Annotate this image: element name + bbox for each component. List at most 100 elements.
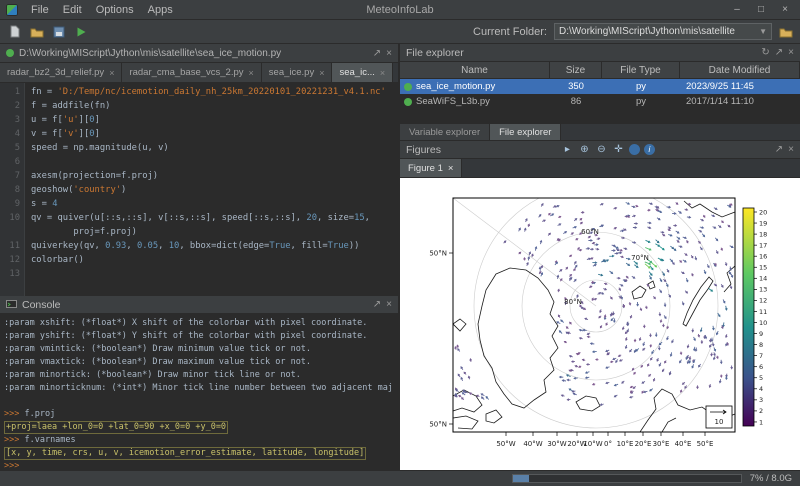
code-line: f = addfile(fn) [31,99,398,113]
quiver-arrow [721,248,723,251]
explorer-tab-file-explorer[interactable]: File explorer [490,124,561,140]
explorer-tab-variable-explorer[interactable]: Variable explorer [400,124,490,140]
column-header-file-type[interactable]: File Type [602,62,680,78]
x-axis-ticks: 50°W40°W30°W20°W10°W0°10°E20°E30°E40°E50… [496,432,713,448]
column-header-size[interactable]: Size [550,62,602,78]
open-folder-icon[interactable] [28,23,45,40]
zoom-in-icon[interactable]: ⊕ [578,143,591,156]
quiver-arrow [597,238,600,240]
close-console-icon[interactable]: × [386,299,392,310]
editor-tab[interactable]: radar_bz2_3d_relief.py × [0,63,122,82]
editor-tab[interactable]: sea_ic...× [332,63,393,82]
quiver-arrow [685,386,687,389]
column-header-date-modified[interactable]: Date Modified [680,62,800,78]
quiver-arrow [713,227,716,229]
quiver-arrow [461,367,463,370]
quiver-arrow [595,248,598,250]
save-icon[interactable] [50,23,67,40]
file-row[interactable]: sea_ice_motion.py350py2023/9/25 11:45 [400,79,800,94]
editor-tab-label: radar_cma_base_vcs_2.py [129,67,243,78]
line-number: 10 [0,211,20,225]
figure-toolbar: ▸ ⊕ ⊖ ✛ i [561,143,655,156]
file-explorer-header: File explorer ↻ ↗ × [400,44,800,62]
window-controls: – □ × [726,2,796,18]
figures-title: Figures [406,144,441,156]
editor-tab[interactable]: radar_cma_base_vcs_2.py × [122,63,261,82]
quiver-arrow [458,374,460,377]
identify-icon[interactable]: i [644,144,655,155]
close-editor-icon[interactable]: × [386,48,392,59]
quiver-arrow [711,215,714,217]
quiver-arrow [619,355,622,357]
quiver-arrow [660,278,662,281]
pan-icon[interactable]: ✛ [612,143,625,156]
quiver-arrow [645,306,647,309]
full-extent-icon[interactable] [629,144,640,155]
select-arrow-icon[interactable]: ▸ [561,143,574,156]
console-output[interactable]: :param xshift: (*float*) X shift of the … [0,314,398,470]
quiver-arrow [699,230,702,232]
minimize-button[interactable]: – [726,2,748,18]
file-row[interactable]: SeaWiFS_L3b.py86py2017/1/14 11:10 [400,94,800,109]
tab-close-icon[interactable]: × [109,68,114,78]
menu-options[interactable]: Options [89,2,141,18]
refresh-icon[interactable]: ↻ [761,47,769,58]
zoom-out-icon[interactable]: ⊖ [595,143,608,156]
column-header-name[interactable]: Name [400,62,550,78]
quiver-arrow [559,270,562,272]
quiver-arrow [687,345,689,348]
quiver-arrow [695,256,697,259]
maximize-button[interactable]: □ [750,2,772,18]
undock-editor-icon[interactable]: ↗ [373,48,381,59]
colorbar-tick-label: 12 [759,297,767,305]
close-button[interactable]: × [774,2,796,18]
quiver-arrow [580,337,583,339]
quiver-arrow [727,205,730,207]
browse-folder-icon[interactable] [777,23,794,40]
close-figures-icon[interactable]: × [788,144,794,155]
undock-explorer-icon[interactable]: ↗ [775,47,783,58]
undock-figures-icon[interactable]: ↗ [775,144,783,155]
line-number: 8 [0,183,20,197]
quiver-arrow [528,224,530,227]
quiver-arrow [558,315,560,318]
quiver-arrow [504,241,506,243]
run-script-icon[interactable] [72,23,89,40]
figure-canvas[interactable]: 50°W40°W30°W20°W10°W0°10°E20°E30°E40°E50… [400,178,800,470]
figures-header: Figures ▸ ⊕ ⊖ ✛ i ↗ × [400,141,800,159]
menu-apps[interactable]: Apps [141,2,180,18]
code-editor[interactable]: 12345678910 111213 fn = 'D:/Temp/nc/icem… [0,83,398,296]
tab-close-icon[interactable]: × [319,68,324,78]
quiver-arrow [630,349,632,352]
quiver-arrow [548,213,550,215]
menu-edit[interactable]: Edit [56,2,89,18]
quiver-arrow [672,213,676,215]
combo-dropdown-icon[interactable]: ▼ [759,27,767,36]
quiver-arrow [593,383,596,385]
colorbar-tick-label: 17 [759,241,767,249]
editor-tab-label: radar_bz2_3d_relief.py [7,67,104,78]
quiver-arrow [714,284,717,286]
quiver-arrow [634,372,636,374]
quiver-arrow [557,322,560,324]
quiver-arrow [714,347,716,351]
figure-tab[interactable]: Figure 1 × [400,159,462,177]
undock-console-icon[interactable]: ↗ [373,299,381,310]
tab-close-icon[interactable]: × [380,68,385,78]
quiver-arrow [714,208,717,210]
code-area[interactable]: fn = 'D:/Temp/nc/icemotion_daily_nh_25km… [25,83,398,296]
current-folder-combo[interactable]: D:\Working\MIScript\Jython\mis\satellite… [554,23,772,40]
editor-tab[interactable]: sea_ice.py× [262,63,333,82]
new-script-icon[interactable] [6,23,23,40]
menu-file[interactable]: File [24,2,56,18]
quiver-arrow [614,395,617,397]
quiver-arrow [626,263,629,265]
quiver-arrow [672,262,674,265]
code-line [31,155,398,169]
quiver-arrow [604,315,606,318]
tab-close-icon[interactable]: × [249,68,254,78]
close-explorer-icon[interactable]: × [788,47,794,58]
figure-tab-close-icon[interactable]: × [448,163,454,174]
file-modified-cell: 2017/1/14 11:10 [680,96,800,107]
quiver-arrow [612,245,616,247]
